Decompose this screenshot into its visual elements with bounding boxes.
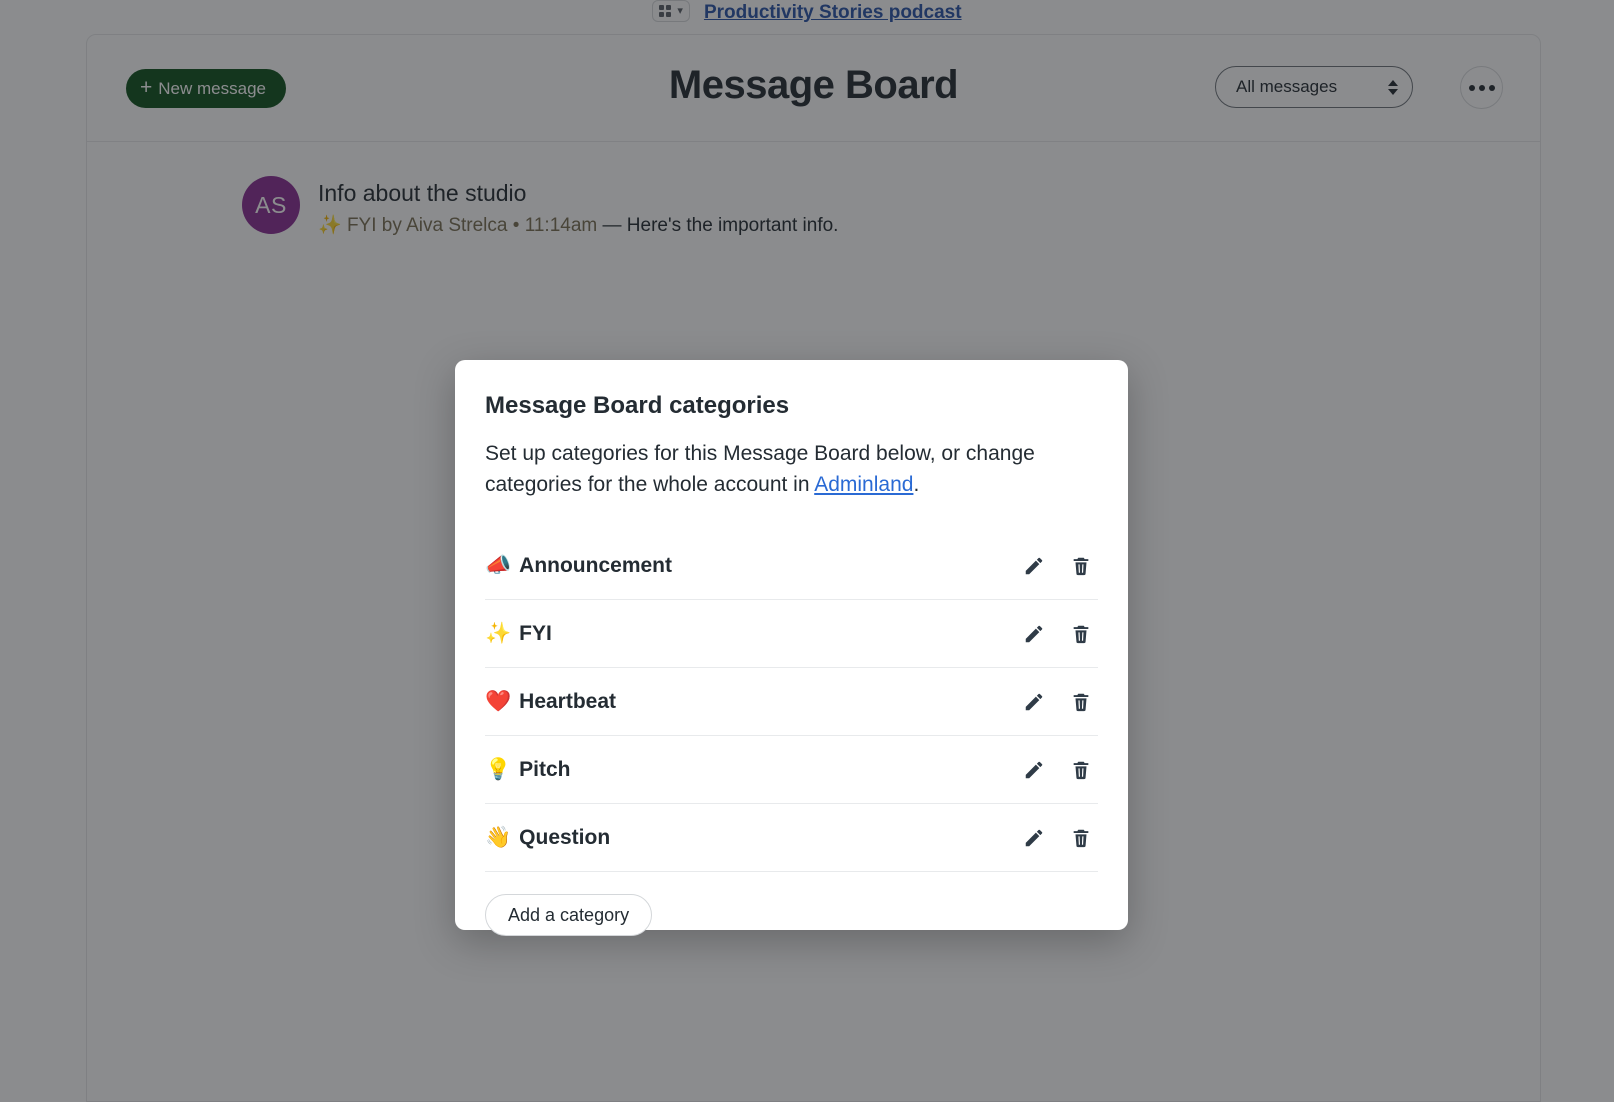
modal-title: Message Board categories: [485, 392, 790, 419]
adminland-link[interactable]: Adminland: [814, 473, 913, 496]
delete-category-button[interactable]: [1064, 549, 1098, 583]
trash-icon: [1073, 761, 1089, 779]
category-name: ✨ FYI: [485, 622, 1017, 646]
screen-root: ▾ Productivity Stories podcast + New mes…: [0, 0, 1614, 1102]
add-category-button[interactable]: Add a category: [485, 894, 653, 937]
category-label: Announcement: [519, 553, 672, 577]
delete-category-button[interactable]: [1064, 753, 1098, 787]
category-emoji-icon: ❤️: [485, 689, 512, 713]
modal-description-text-before: Set up categories for this Message Board…: [485, 442, 1035, 497]
trash-icon: [1073, 693, 1089, 711]
trash-icon: [1073, 557, 1089, 575]
category-emoji-icon: ✨: [485, 621, 512, 645]
category-row: 💡 Pitch: [485, 736, 1098, 805]
trash-icon: [1073, 625, 1089, 643]
category-name: 💡 Pitch: [485, 758, 1017, 782]
category-emoji-icon: 💡: [485, 757, 512, 781]
delete-category-button[interactable]: [1064, 685, 1098, 719]
category-name: ❤️ Heartbeat: [485, 690, 1017, 714]
category-emoji-icon: 👋: [485, 825, 512, 849]
edit-category-button[interactable]: [1017, 617, 1051, 651]
category-row: ✨ FYI: [485, 600, 1098, 669]
pencil-icon: [1025, 829, 1043, 846]
category-emoji-icon: 📣: [485, 553, 512, 577]
edit-category-button[interactable]: [1017, 821, 1051, 855]
edit-category-button[interactable]: [1017, 685, 1051, 719]
edit-category-button[interactable]: [1017, 549, 1051, 583]
category-row: 📣 Announcement: [485, 532, 1098, 601]
modal-description: Set up categories for this Message Board…: [485, 438, 1055, 500]
pencil-icon: [1025, 625, 1043, 642]
category-label: Heartbeat: [519, 689, 617, 713]
pencil-icon: [1025, 557, 1043, 574]
category-label: Pitch: [519, 757, 571, 781]
category-label: FYI: [519, 621, 552, 645]
pencil-icon: [1025, 761, 1043, 778]
trash-icon: [1073, 829, 1089, 847]
category-name: 👋 Question: [485, 826, 1017, 850]
edit-category-button[interactable]: [1017, 753, 1051, 787]
category-row: ❤️ Heartbeat: [485, 668, 1098, 737]
category-label: Question: [519, 825, 611, 849]
delete-category-button[interactable]: [1064, 617, 1098, 651]
category-list: 📣 Announcement ✨ FYI ❤️ Heartbeat 💡 Pitc…: [485, 532, 1098, 873]
pencil-icon: [1025, 693, 1043, 710]
category-name: 📣 Announcement: [485, 554, 1017, 578]
categories-modal: Message Board categories Set up categori…: [455, 360, 1128, 937]
modal-description-text-after: .: [913, 473, 920, 497]
category-row: 👋 Question: [485, 804, 1098, 873]
delete-category-button[interactable]: [1064, 821, 1098, 855]
